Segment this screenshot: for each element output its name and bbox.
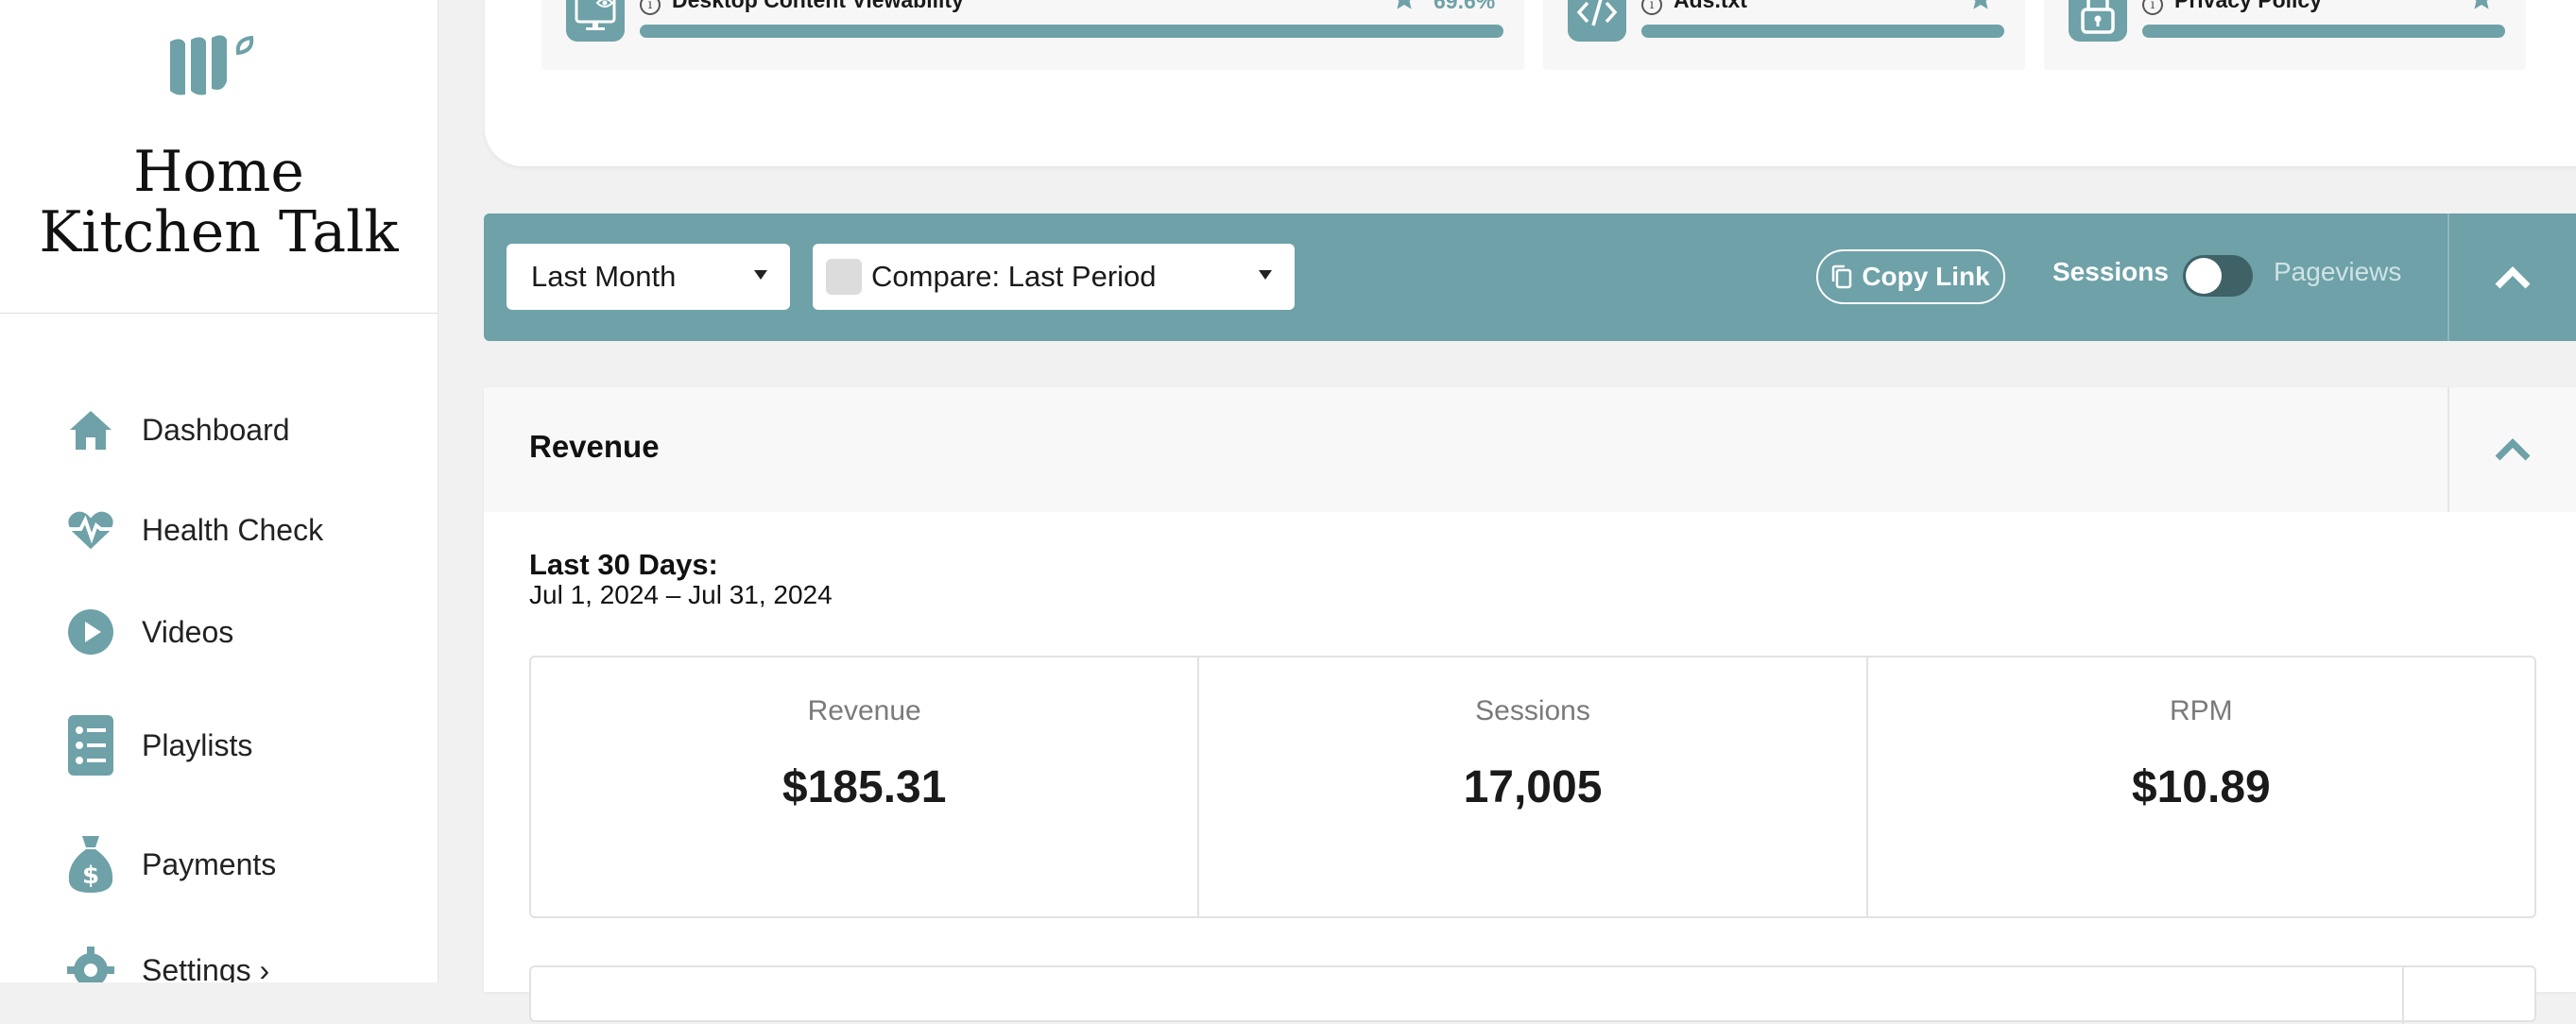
check-score: 69.6% xyxy=(1434,0,1496,13)
revenue-collapse-button[interactable] xyxy=(2449,387,2576,512)
sidebar: Home Kitchen Talk Dashboard Health Check… xyxy=(0,0,438,982)
star-icon xyxy=(2469,0,2494,11)
stat-label: RPM xyxy=(2169,695,2233,726)
check-progress-bar xyxy=(640,25,1503,38)
svg-text:$: $ xyxy=(82,862,99,890)
sidebar-item-playlists[interactable]: Playlists xyxy=(66,712,252,778)
toggle-knob xyxy=(2186,258,2222,294)
stat-label: Sessions xyxy=(1475,695,1590,726)
stat-label: Revenue xyxy=(807,695,921,726)
sidebar-item-label: Playlists xyxy=(142,727,253,762)
stat-rpm: RPM $10.89 xyxy=(1868,657,2534,916)
site-title: Home Kitchen Talk xyxy=(0,142,438,263)
panel-title: Revenue xyxy=(529,429,660,464)
gear-icon xyxy=(66,946,115,982)
sidebar-item-dashboard[interactable]: Dashboard xyxy=(66,397,290,463)
check-title: Ads.txt xyxy=(1674,0,1747,12)
stat-value: $10.89 xyxy=(2131,762,2271,812)
stat-value: $185.31 xyxy=(781,762,947,812)
play-circle-icon xyxy=(66,607,115,657)
copy-icon xyxy=(1832,265,1852,289)
brand-logo-icon[interactable] xyxy=(168,34,259,100)
copy-link-button[interactable]: Copy Link xyxy=(1816,249,2005,304)
sidebar-item-label: Payments xyxy=(142,846,277,881)
caret-down-icon xyxy=(754,270,767,280)
sidebar-divider xyxy=(0,313,438,314)
date-range-label: Last 30 Days: xyxy=(529,548,718,581)
check-title: Privacy Policy xyxy=(2174,0,2322,12)
check-ads-txt[interactable]: i Ads.txt xyxy=(1543,0,2025,70)
stat-revenue: Revenue $185.31 xyxy=(531,657,1200,916)
compare-select-value: Compare: Last Period xyxy=(871,260,1157,293)
sidebar-item-label: Health Check xyxy=(142,512,324,547)
toggle-label-sessions[interactable]: Sessions xyxy=(2052,257,2169,287)
info-icon[interactable]: i xyxy=(2142,0,2163,15)
sessions-pageviews-toggle[interactable] xyxy=(2183,255,2253,297)
revenue-stats: Revenue $185.31 Sessions 17,005 RPM $10.… xyxy=(529,656,2536,918)
copy-link-label: Copy Link xyxy=(1862,262,1990,291)
code-icon xyxy=(1568,0,1626,42)
check-progress-bar xyxy=(2142,25,2505,38)
revenue-chart-container xyxy=(529,965,2536,1024)
sidebar-item-payments[interactable]: $ Payments xyxy=(66,831,276,897)
site-title-line1: Home xyxy=(133,139,304,205)
site-title-line2: Kitchen Talk xyxy=(39,199,399,265)
check-progress-bar xyxy=(1641,25,2004,38)
money-bag-icon: $ xyxy=(66,836,115,893)
heartbeat-icon xyxy=(66,505,115,555)
lock-icon xyxy=(2069,0,2127,42)
chevron-up-icon xyxy=(2495,265,2531,288)
date-range-value: Jul 1, 2024 – Jul 31, 2024 xyxy=(529,580,833,609)
star-icon xyxy=(1968,0,1993,11)
check-privacy-policy[interactable]: i Privacy Policy xyxy=(2044,0,2526,70)
container-divider xyxy=(2402,967,2404,1024)
stat-sessions: Sessions 17,005 xyxy=(1199,657,1868,916)
list-icon xyxy=(66,715,115,776)
sidebar-item-label: Dashboard xyxy=(142,412,290,447)
sidebar-item-settings[interactable]: Settings › xyxy=(66,937,269,982)
compare-color-swatch xyxy=(826,259,862,295)
check-desktop-viewability[interactable]: i Desktop Content Viewability 69.6% xyxy=(541,0,1524,70)
site-checks-card: i Desktop Content Viewability 69.6% i Ad… xyxy=(485,0,2576,166)
sidebar-item-videos[interactable]: Videos xyxy=(66,599,233,665)
check-title: Desktop Content Viewability xyxy=(672,0,964,12)
compare-select[interactable]: Compare: Last Period xyxy=(813,244,1295,310)
period-select[interactable]: Last Month xyxy=(507,244,790,310)
filter-bar: Last Month Compare: Last Period Copy Lin… xyxy=(484,213,2576,341)
revenue-panel: Revenue Last 30 Days: Jul 1, 2024 – Jul … xyxy=(484,387,2576,1024)
period-select-value: Last Month xyxy=(531,260,677,293)
caret-down-icon xyxy=(1259,270,1272,280)
star-icon xyxy=(1392,0,1417,11)
sidebar-item-label: Settings › xyxy=(142,952,270,983)
info-icon[interactable]: i xyxy=(640,0,661,15)
sidebar-item-label: Videos xyxy=(142,614,234,649)
home-icon xyxy=(66,405,115,454)
revenue-panel-header: Revenue xyxy=(484,387,2576,512)
info-icon[interactable]: i xyxy=(1641,0,1662,15)
stat-value: 17,005 xyxy=(1463,762,1603,812)
sidebar-item-health-check[interactable]: Health Check xyxy=(66,497,323,563)
filter-bar-collapse-button[interactable] xyxy=(2449,213,2576,341)
chevron-up-icon xyxy=(2495,438,2531,461)
monitor-eye-icon xyxy=(566,0,625,42)
toggle-label-pageviews[interactable]: Pageviews xyxy=(2274,257,2401,287)
